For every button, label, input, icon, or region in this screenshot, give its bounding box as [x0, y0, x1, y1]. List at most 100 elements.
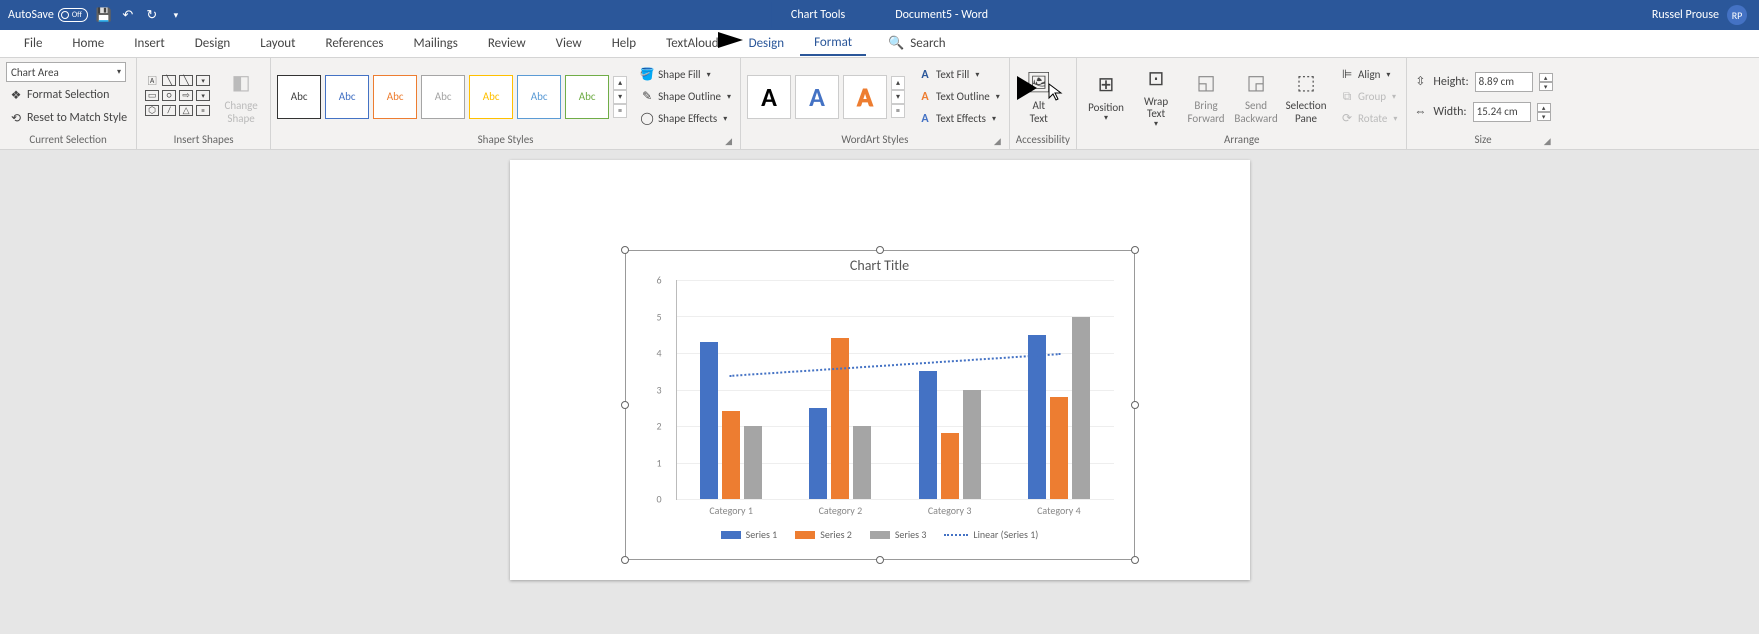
group-label-wordart-styles: WordArt Styles◢ [747, 133, 1003, 147]
y-tick-label: 4 [657, 347, 662, 360]
gallery-more-icon[interactable]: ≡ [891, 104, 905, 118]
wordart-thumb[interactable]: A [747, 75, 791, 119]
tab-layout[interactable]: Layout [246, 32, 309, 55]
shape-effects-button[interactable]: ◯Shape Effects▾ [637, 109, 734, 129]
height-input[interactable]: 8.89 cm [1475, 72, 1533, 92]
resize-handle-icon[interactable] [1131, 246, 1139, 254]
style-thumb[interactable]: Abc [469, 75, 513, 119]
chart-plot-area[interactable]: 0123456Category 1Category 2Category 3Cat… [676, 280, 1114, 500]
group-label-shape-styles: Shape Styles◢ [277, 133, 734, 147]
tab-home[interactable]: Home [58, 32, 118, 55]
wordart-thumb[interactable]: A [843, 75, 887, 119]
tab-review[interactable]: Review [474, 32, 540, 55]
shape-fill-button[interactable]: 🪣Shape Fill▾ [637, 65, 734, 85]
gallery-scroll[interactable]: ▴ ▾ ≡ [613, 76, 627, 118]
wrap-text-button[interactable]: ⊡Wrap Text▾ [1133, 65, 1179, 129]
toggle-switch-icon: Off [58, 8, 88, 22]
chart-bar[interactable] [1028, 335, 1046, 499]
save-icon[interactable]: 💾 [96, 7, 112, 23]
avatar[interactable]: RP [1727, 5, 1747, 25]
resize-handle-icon[interactable] [621, 401, 629, 409]
tab-design[interactable]: Design [181, 32, 244, 55]
selection-pane-button[interactable]: ⬚Selection Pane [1283, 65, 1329, 129]
resize-handle-icon[interactable] [621, 246, 629, 254]
resize-handle-icon[interactable] [621, 556, 629, 564]
legend-item[interactable]: Linear (Series 1) [944, 528, 1038, 541]
resize-handle-icon[interactable] [876, 556, 884, 564]
tab-help[interactable]: Help [598, 32, 650, 55]
style-thumb[interactable]: Abc [517, 75, 561, 119]
chart-bar[interactable] [941, 433, 959, 499]
tell-me-search[interactable]: 🔍 Search [888, 36, 946, 51]
text-effects-button[interactable]: AText Effects▾ [915, 109, 1003, 129]
wordart-thumb[interactable]: A [795, 75, 839, 119]
style-thumb[interactable]: Abc [421, 75, 465, 119]
style-thumb[interactable]: Abc [325, 75, 369, 119]
resize-handle-icon[interactable] [1131, 556, 1139, 564]
style-thumb[interactable]: Abc [277, 75, 321, 119]
height-spinner[interactable]: ▴▾ [1539, 73, 1553, 91]
style-thumb[interactable]: Abc [565, 75, 609, 119]
chart-legend[interactable]: Series 1 Series 2 Series 3 Linear (Series 1… [626, 528, 1134, 541]
shape-style-gallery[interactable]: Abc Abc Abc Abc Abc Abc Abc ▴ ▾ ≡ [277, 75, 627, 119]
autosave-toggle[interactable]: AutoSave Off [8, 8, 88, 22]
position-button[interactable]: ⊞Position▾ [1083, 65, 1129, 129]
gallery-more-icon[interactable]: ≡ [613, 104, 627, 118]
undo-icon[interactable]: ↶ [120, 7, 136, 23]
reset-match-style-button[interactable]: ⟲ Reset to Match Style [6, 108, 130, 128]
scroll-up-icon[interactable]: ▴ [891, 76, 905, 90]
group-label-accessibility: Accessibility [1016, 133, 1070, 147]
qat-customize-icon[interactable]: ▾ [168, 7, 184, 23]
width-input[interactable]: 15.24 cm [1473, 102, 1531, 122]
user-name[interactable]: Russel Prouse [1652, 8, 1719, 22]
chart-bar[interactable] [853, 426, 871, 499]
chart-element-selector[interactable]: Chart Area ▾ [6, 62, 126, 82]
category-label: Category 3 [895, 504, 1004, 517]
scroll-up-icon[interactable]: ▴ [613, 76, 627, 90]
redo-icon[interactable]: ↻ [144, 7, 160, 23]
text-fill-icon: A [918, 68, 932, 82]
chart-bar[interactable] [919, 371, 937, 499]
legend-item[interactable]: Series 3 [870, 528, 927, 541]
chart-tools-context-tab: Chart Tools [771, 2, 865, 28]
y-tick-label: 5 [657, 310, 662, 323]
format-selection-button[interactable]: ❖ Format Selection [6, 85, 112, 105]
chart-bar[interactable] [722, 411, 740, 499]
shape-gallery[interactable]: 🄰╲╲▾ ▭○⇨▾ ⬡/△≡ [143, 73, 214, 121]
chart-bar[interactable] [1050, 397, 1068, 499]
shape-outline-button[interactable]: ✎Shape Outline▾ [637, 87, 734, 107]
reset-icon: ⟲ [9, 111, 23, 125]
chart-bar[interactable] [809, 408, 827, 499]
resize-handle-icon[interactable] [1131, 401, 1139, 409]
y-tick-label: 0 [657, 493, 662, 506]
align-button[interactable]: ⊫Align▾ [1337, 65, 1400, 85]
group-insert-shapes: 🄰╲╲▾ ▭○⇨▾ ⬡/△≡ ◧ Change Shape Insert Sha… [137, 58, 271, 149]
group-arrange: ⊞Position▾ ⊡Wrap Text▾ ◱Bring Forward ◲S… [1077, 58, 1407, 149]
tab-mailings[interactable]: Mailings [400, 32, 472, 55]
chart-object[interactable]: Chart Title 0123456Category 1Category 2C… [625, 250, 1135, 560]
legend-item[interactable]: Series 1 [721, 528, 778, 541]
position-icon: ⊞ [1091, 70, 1121, 100]
dialog-launcher-icon[interactable]: ◢ [725, 136, 732, 147]
tab-references[interactable]: References [312, 32, 398, 55]
chart-bar[interactable] [963, 390, 981, 500]
chart-title[interactable]: Chart Title [626, 251, 1134, 280]
tab-format[interactable]: Format [800, 31, 866, 56]
dialog-launcher-icon[interactable]: ◢ [994, 136, 1001, 147]
style-thumb[interactable]: Abc [373, 75, 417, 119]
scroll-down-icon[interactable]: ▾ [891, 90, 905, 104]
chart-bar[interactable] [700, 342, 718, 499]
dialog-launcher-icon[interactable]: ◢ [1544, 136, 1551, 147]
resize-handle-icon[interactable] [876, 246, 884, 254]
width-spinner[interactable]: ▴▾ [1537, 103, 1551, 121]
wordart-gallery-scroll[interactable]: ▴ ▾ ≡ [891, 76, 905, 118]
tab-file[interactable]: File [10, 32, 56, 55]
wordart-gallery[interactable]: A A A ▴ ▾ ≡ [747, 75, 905, 119]
chart-bar[interactable] [1072, 317, 1090, 500]
tab-insert[interactable]: Insert [120, 32, 179, 55]
chart-bar[interactable] [831, 338, 849, 499]
chart-bar[interactable] [744, 426, 762, 499]
tab-view[interactable]: View [542, 32, 596, 55]
legend-item[interactable]: Series 2 [795, 528, 852, 541]
scroll-down-icon[interactable]: ▾ [613, 90, 627, 104]
